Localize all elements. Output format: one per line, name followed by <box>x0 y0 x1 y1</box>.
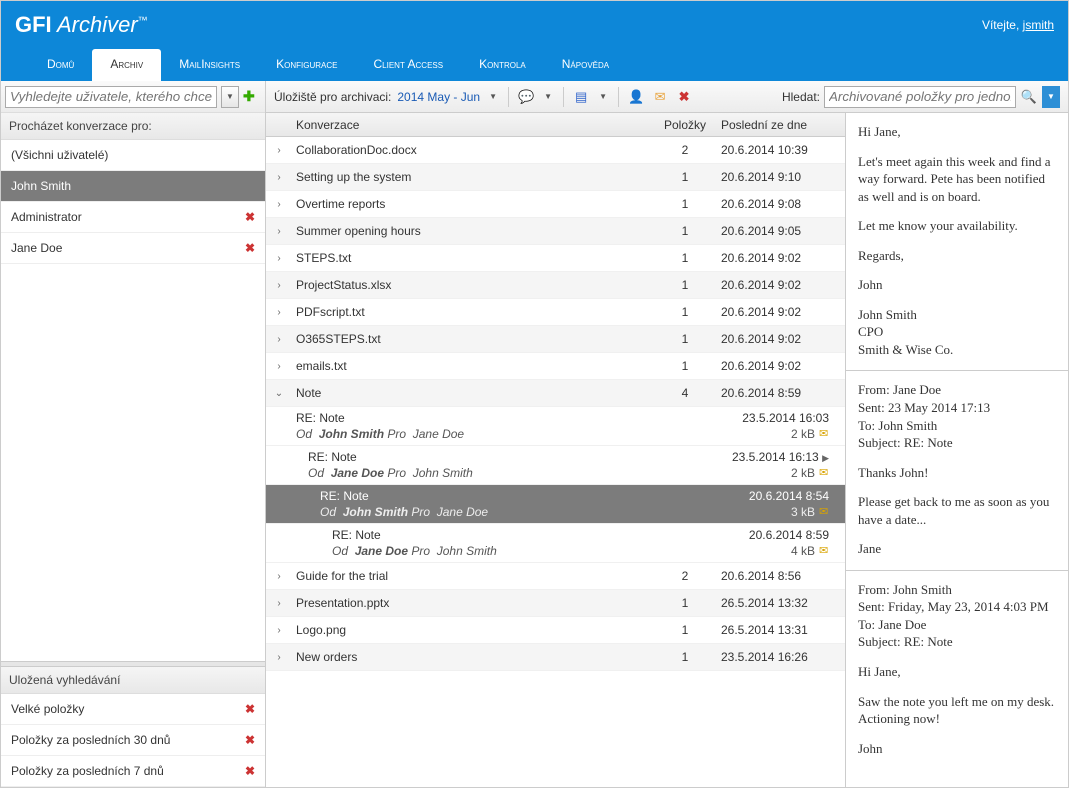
col-lastdate[interactable]: Poslední ze dne <box>715 118 845 132</box>
conversation-row[interactable]: ›New orders123.5.2014 16:26 <box>266 644 845 671</box>
user-search-dropdown[interactable]: ▼ <box>221 86 239 108</box>
saved-search-row[interactable]: Velké položky✖ <box>1 694 265 725</box>
remove-user-icon[interactable]: ✖ <box>245 241 255 255</box>
conversation-row[interactable]: ›PDFscript.txt120.6.2014 9:02 <box>266 299 845 326</box>
conversation-row[interactable]: ›Summer opening hours120.6.2014 9:05 <box>266 218 845 245</box>
nav-client access[interactable]: Client Access <box>356 49 462 81</box>
user-row[interactable]: Jane Doe✖ <box>1 233 265 264</box>
user-icon[interactable]: 👤 <box>627 88 645 106</box>
expand-icon[interactable]: › <box>266 145 292 156</box>
expand-icon[interactable]: › <box>266 199 292 210</box>
conversation-row[interactable]: ›emails.txt120.6.2014 9:02 <box>266 353 845 380</box>
main-pane: Úložiště pro archivaci: 2014 May - Jun ▼… <box>266 81 1068 787</box>
conversation-list: Konverzace Položky Poslední ze dne ›Coll… <box>266 113 846 787</box>
saved-searches-list: Velké položky✖Položky za posledních 30 d… <box>1 694 265 787</box>
expand-icon[interactable]: › <box>266 334 292 345</box>
brand-logo: GFI Archiver™ <box>15 12 148 38</box>
collapse-icon[interactable]: ⌄ <box>266 388 292 399</box>
app-header: GFI Archiver™ Vítejte, jsmith <box>1 1 1068 49</box>
archive-search-input[interactable] <box>824 86 1016 108</box>
expand-icon[interactable]: › <box>266 571 292 582</box>
conversation-row[interactable]: ›STEPS.txt120.6.2014 9:02 <box>266 245 845 272</box>
arrow-right-icon: ▶ <box>822 453 829 463</box>
remove-saved-icon[interactable]: ✖ <box>245 733 255 747</box>
add-user-button[interactable]: ✚ <box>243 88 261 106</box>
view-dropdown-1[interactable]: ▼ <box>541 92 555 101</box>
user-list: (Všichni uživatelé)John SmithAdministrat… <box>1 140 265 661</box>
expand-icon[interactable]: › <box>266 625 292 636</box>
toolbar: Úložiště pro archivaci: 2014 May - Jun ▼… <box>266 81 1068 113</box>
nav-domů[interactable]: Domů <box>29 49 92 81</box>
nav-mailinsights[interactable]: MailInsights <box>161 49 258 81</box>
message-row[interactable]: RE: Note23.5.2014 16:03Od John Smith Pro… <box>266 407 845 446</box>
saved-searches-title: Uložená vyhledávání <box>1 667 265 694</box>
expand-icon[interactable]: › <box>266 598 292 609</box>
message-row[interactable]: RE: Note20.6.2014 8:54Od John Smith Pro … <box>266 485 845 524</box>
mail-icon[interactable]: ✉ <box>651 88 669 106</box>
conversation-row[interactable]: ›Setting up the system120.6.2014 9:10 <box>266 164 845 191</box>
conversation-row[interactable]: ›Guide for the trial220.6.2014 8:56 <box>266 563 845 590</box>
nav-archiv[interactable]: Archiv <box>92 49 161 81</box>
conversation-row[interactable]: ›Logo.png126.5.2014 13:31 <box>266 617 845 644</box>
search-dropdown[interactable]: ▼ <box>1042 86 1060 108</box>
remove-saved-icon[interactable]: ✖ <box>245 764 255 778</box>
search-icon[interactable]: 🔍 <box>1020 88 1038 106</box>
conversation-row[interactable]: ›O365STEPS.txt120.6.2014 9:02 <box>266 326 845 353</box>
browse-title: Procházet konverzace pro: <box>1 113 265 140</box>
conversation-row[interactable]: ›Overtime reports120.6.2014 9:08 <box>266 191 845 218</box>
main-nav: DomůArchivMailInsightsKonfiguraceClient … <box>1 49 1068 81</box>
col-conversation[interactable]: Konverzace <box>292 118 655 132</box>
expand-icon[interactable]: › <box>266 253 292 264</box>
period-dropdown-icon[interactable]: ▼ <box>486 92 500 101</box>
nav-kontrola[interactable]: Kontrola <box>461 49 544 81</box>
remove-user-icon[interactable]: ✖ <box>245 210 255 224</box>
conversation-view-icon[interactable]: 💬 <box>517 88 535 106</box>
nav-konfigurace[interactable]: Konfigurace <box>258 49 355 81</box>
expand-icon[interactable]: › <box>266 280 292 291</box>
expand-icon[interactable]: › <box>266 652 292 663</box>
envelope-icon: ✉ <box>819 505 835 519</box>
saved-search-row[interactable]: Položky za posledních 7 dnů✖ <box>1 756 265 787</box>
user-search-row: ▼ ✚ <box>1 81 265 113</box>
conversation-row[interactable]: ›Presentation.pptx126.5.2014 13:32 <box>266 590 845 617</box>
user-link[interactable]: jsmith <box>1023 18 1054 32</box>
user-row[interactable]: John Smith <box>1 171 265 202</box>
welcome-text: Vítejte, jsmith <box>982 18 1054 32</box>
envelope-icon: ✉ <box>819 544 835 558</box>
message-row[interactable]: RE: Note23.5.2014 16:13 ▶Od Jane Doe Pro… <box>266 446 845 485</box>
nav-nápověda[interactable]: Nápověda <box>544 49 627 81</box>
delete-icon[interactable]: ✖ <box>675 88 693 106</box>
user-row[interactable]: Administrator✖ <box>1 202 265 233</box>
view-dropdown-2[interactable]: ▼ <box>596 92 610 101</box>
message-preview: Hi Jane, Let's meet again this week and … <box>846 113 1068 787</box>
period-selector[interactable]: 2014 May - Jun <box>397 90 480 104</box>
search-label: Hledat: <box>782 90 820 104</box>
user-row[interactable]: (Všichni uživatelé) <box>1 140 265 171</box>
expand-icon[interactable]: › <box>266 172 292 183</box>
remove-saved-icon[interactable]: ✖ <box>245 702 255 716</box>
envelope-icon: ✉ <box>819 427 835 441</box>
col-items[interactable]: Položky <box>655 118 715 132</box>
sidebar: ▼ ✚ Procházet konverzace pro: (Všichni u… <box>1 81 266 787</box>
message-row[interactable]: RE: Note20.6.2014 8:59Od Jane Doe Pro Jo… <box>266 524 845 563</box>
envelope-icon: ✉ <box>819 466 835 480</box>
storage-label: Úložiště pro archivaci: <box>274 90 391 104</box>
saved-search-row[interactable]: Položky za posledních 30 dnů✖ <box>1 725 265 756</box>
conversation-row[interactable]: ›CollaborationDoc.docx220.6.2014 10:39 <box>266 137 845 164</box>
list-view-icon[interactable]: ▤ <box>572 88 590 106</box>
expand-icon[interactable]: › <box>266 361 292 372</box>
conversation-row[interactable]: ⌄Note420.6.2014 8:59 <box>266 380 845 407</box>
expand-icon[interactable]: › <box>266 226 292 237</box>
expand-icon[interactable]: › <box>266 307 292 318</box>
user-search-input[interactable] <box>5 86 217 108</box>
conversation-row[interactable]: ›ProjectStatus.xlsx120.6.2014 9:02 <box>266 272 845 299</box>
column-headers: Konverzace Položky Poslední ze dne <box>266 113 845 137</box>
